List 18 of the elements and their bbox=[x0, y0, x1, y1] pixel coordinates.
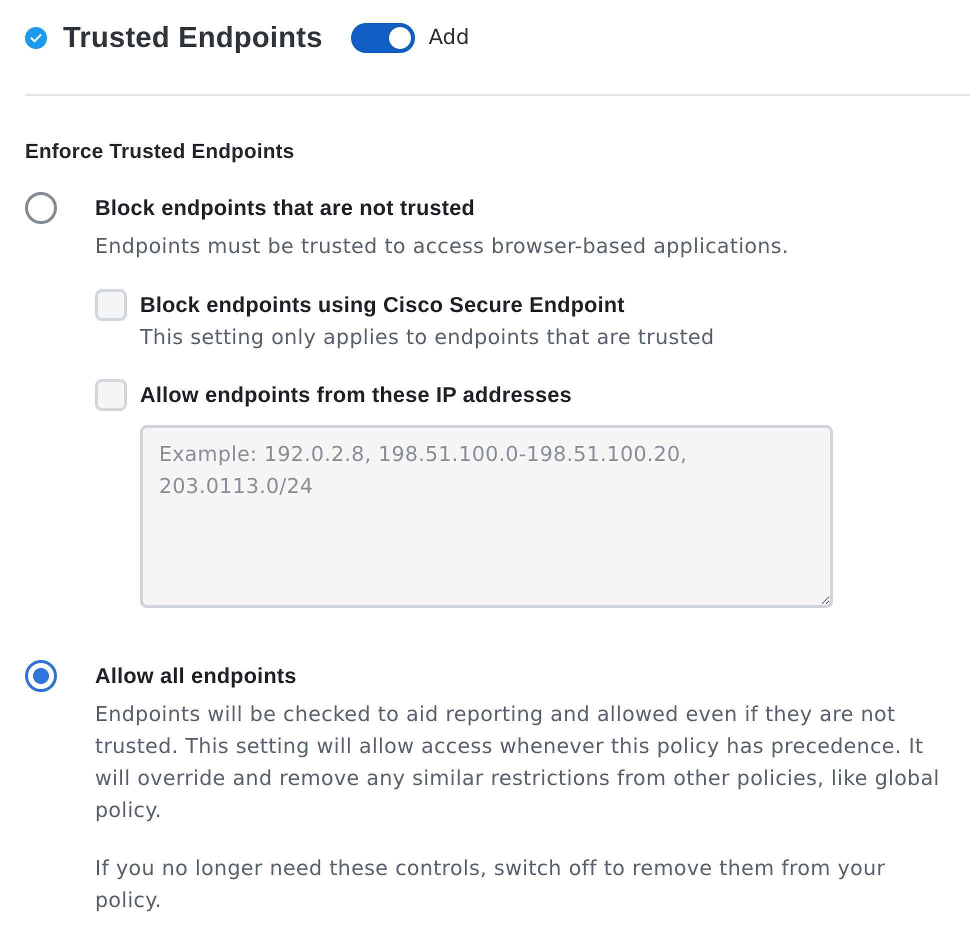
checkbox[interactable] bbox=[95, 289, 127, 321]
toggle-switch[interactable] bbox=[350, 23, 415, 53]
radio-button[interactable] bbox=[25, 192, 57, 224]
check-circle-icon bbox=[25, 27, 47, 49]
checkbox[interactable] bbox=[95, 379, 127, 411]
section-title: Trusted Endpoints bbox=[63, 21, 323, 56]
radio-label: Block endpoints that are not trusted bbox=[95, 195, 476, 222]
option-description: Endpoints will be checked to aid reporting and allowed even if they are not trusted. This setting will allow access whenever this policy has precedence. It will override and remove any similar restrictions from other policies, like global policy. bbox=[95, 701, 941, 824]
option-description: Endpoints must be trusted to access browser-based applications. bbox=[95, 233, 790, 260]
toggle-label: Add bbox=[428, 24, 470, 52]
group-heading: Enforce Trusted Endpoints bbox=[25, 139, 296, 165]
help-text: If you no longer need these controls, switch off to remove them from your policy. bbox=[95, 855, 886, 914]
radio-button[interactable] bbox=[25, 660, 57, 692]
ip-address-field[interactable]: Example: 192.0.2.8, 198.51.100.0-198.51.100.20, 203.0113.0/24 bbox=[140, 425, 833, 608]
radio-label: Allow all endpoints bbox=[95, 663, 298, 690]
checkbox-label: Block endpoints using Cisco Secure Endpoint bbox=[140, 292, 626, 319]
checkbox-label: Allow endpoints from these IP addresses bbox=[140, 382, 573, 409]
checkbox-description: This setting only applies to endpoints that are trusted bbox=[140, 324, 714, 351]
